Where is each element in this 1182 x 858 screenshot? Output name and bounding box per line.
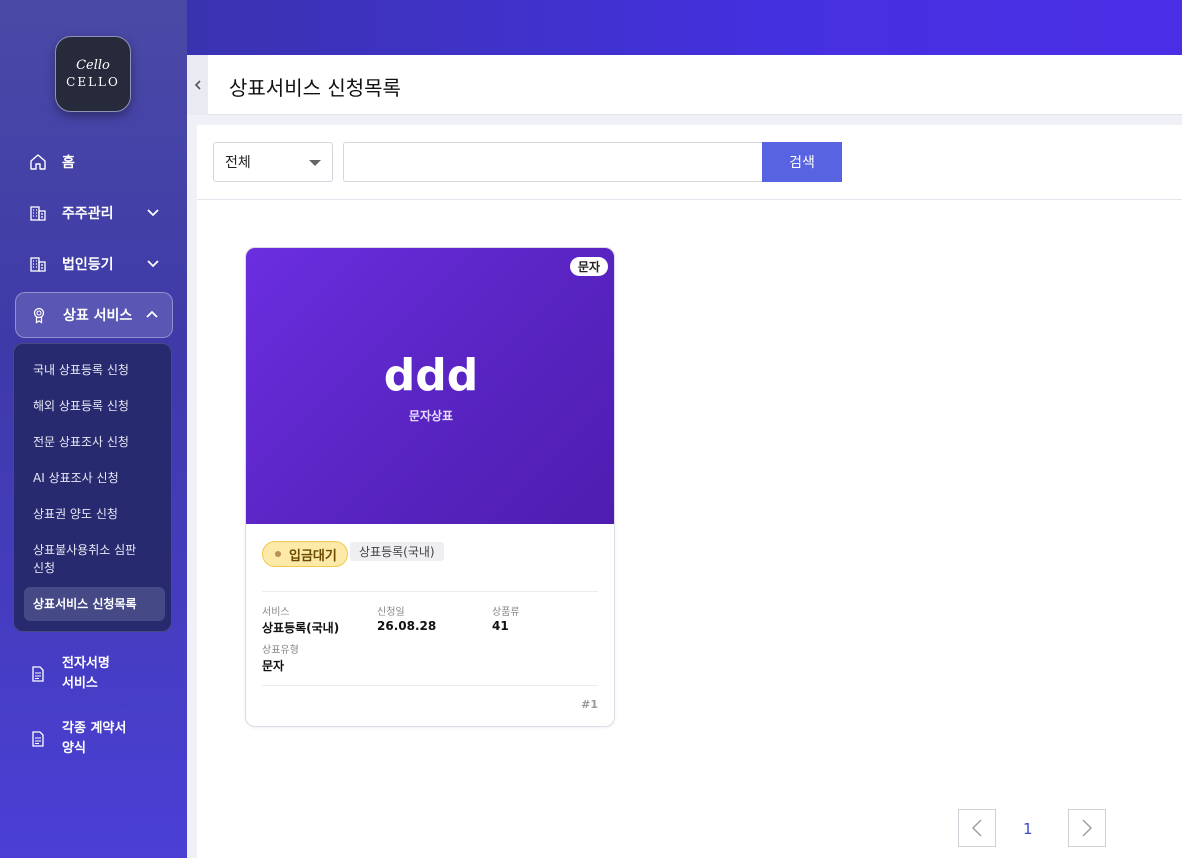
trademark-type-label: 문자상표 [408, 409, 454, 423]
chevron-down-icon [145, 255, 161, 271]
chevron-left-icon [194, 80, 201, 90]
submenu-item-overseas[interactable]: 해외 상표등록 신청 [24, 397, 165, 415]
submenu-item-ai-search[interactable]: AI 상표조사 신청 [24, 469, 165, 487]
pager-prev-button[interactable] [958, 809, 996, 847]
main-content: 전체 검색 문자 ddd 문자상표 입금대기 상표등록(국내) 서비스 상표등록… [197, 125, 1182, 858]
service-chip: 상표등록(국내) [350, 542, 444, 561]
sidebar-item-label: 법인등기 [62, 257, 114, 273]
meta-type-label: 상표유형 [262, 645, 299, 656]
sidebar-item-contracts[interactable]: 각종 계약서 양식 [15, 713, 173, 765]
building-icon [29, 255, 47, 273]
home-icon [29, 153, 47, 171]
sidebar-item-label: 주주관리 [62, 206, 114, 222]
submenu-item-cancellation[interactable]: 상표불사용취소 심판 신청 [24, 541, 144, 577]
filter-select-value: 전체 [225, 155, 251, 171]
chevron-right-icon [1082, 819, 1092, 837]
sidebar-item-label: 상표 서비스 [63, 308, 133, 324]
chevron-down-icon [145, 204, 161, 220]
sidebar-item-label: 홈 [62, 155, 75, 171]
status-dot [275, 551, 281, 557]
caret-down-icon [309, 160, 321, 166]
status-label: 입금대기 [289, 548, 337, 564]
page-title: 상표서비스 신청목록 [229, 76, 401, 100]
submenu-item-transfer[interactable]: 상표권 양도 신청 [24, 505, 165, 523]
card-number: #1 [581, 698, 598, 711]
pager-page-1[interactable]: 1 [1023, 820, 1033, 838]
type-badge: 문자 [569, 257, 608, 276]
sidebar: Cello CELLO 홈 주주관리 법인등기 상표 서비스 국내 상표등록 신… [0, 0, 187, 858]
card-divider [262, 591, 598, 592]
application-card[interactable]: 문자 ddd 문자상표 입금대기 상표등록(국내) 서비스 상표등록(국내) 신… [245, 247, 615, 727]
sidebar-item-label: 각종 계약서 양식 [62, 721, 127, 756]
filter-select[interactable]: 전체 [213, 142, 333, 182]
search-input[interactable] [343, 142, 763, 182]
submenu-item-application-list[interactable]: 상표서비스 신청목록 [24, 587, 165, 621]
sidebar-collapse-button[interactable] [187, 55, 208, 115]
meta-service-label: 서비스 [262, 607, 290, 618]
card-hero: 문자 ddd 문자상표 [246, 248, 614, 524]
search-bar: 전체 검색 [197, 125, 1182, 200]
award-icon [30, 306, 48, 324]
document-icon [29, 730, 47, 748]
sidebar-item-label: 전자서명 서비스 [62, 656, 110, 691]
meta-class-label: 상품류 [492, 607, 520, 618]
building-icon [29, 204, 47, 222]
status-badge: 입금대기 [262, 541, 348, 567]
pager-next-button[interactable] [1068, 809, 1106, 847]
meta-date-value: 26.08.28 [377, 619, 437, 633]
chevron-left-icon [972, 819, 982, 837]
sidebar-item-home[interactable]: 홈 [15, 139, 173, 185]
logo-word: CELLO [66, 75, 120, 89]
chevron-up-icon [144, 307, 160, 323]
sidebar-item-shareholders[interactable]: 주주관리 [15, 190, 173, 236]
card-divider [262, 685, 598, 686]
trademark-submenu: 국내 상표등록 신청 해외 상표등록 신청 전문 상표조사 신청 AI 상표조사… [13, 343, 172, 632]
top-bar [187, 0, 1182, 55]
cello-logo[interactable]: Cello CELLO [55, 36, 131, 112]
meta-service-value: 상표등록(국내) [262, 621, 340, 635]
meta-date-label: 신청일 [377, 607, 405, 618]
submenu-item-domestic[interactable]: 국내 상표등록 신청 [24, 361, 165, 379]
logo-script: Cello [76, 58, 110, 73]
submenu-item-expert-search[interactable]: 전문 상표조사 신청 [24, 433, 165, 451]
trademark-name: ddd [383, 350, 479, 401]
sidebar-item-registry[interactable]: 법인등기 [15, 241, 173, 287]
title-bar: 상표서비스 신청목록 [187, 55, 1182, 115]
search-button[interactable]: 검색 [762, 142, 842, 182]
sidebar-item-trademark[interactable]: 상표 서비스 [15, 292, 173, 338]
meta-type-value: 문자 [262, 659, 285, 673]
document-icon [29, 665, 47, 683]
meta-class-value: 41 [492, 619, 509, 633]
sidebar-item-esign[interactable]: 전자서명 서비스 [15, 648, 173, 700]
